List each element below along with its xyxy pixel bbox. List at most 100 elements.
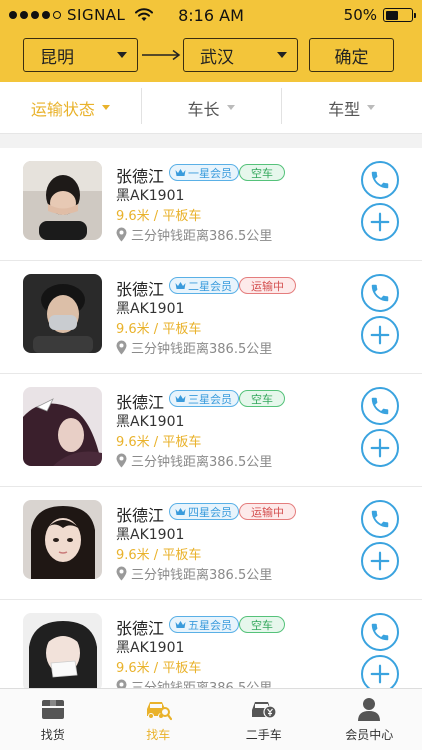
call-button[interactable] bbox=[361, 500, 399, 538]
tab-label: 会员中心 bbox=[345, 728, 394, 742]
filter-truck-length[interactable]: 车长 bbox=[140, 87, 282, 124]
call-button[interactable] bbox=[361, 613, 399, 651]
chevron-down-icon bbox=[226, 105, 235, 110]
avatar bbox=[23, 613, 102, 688]
tab-used-cars[interactable]: 二手车 bbox=[211, 689, 317, 750]
location-pin-icon bbox=[116, 340, 127, 355]
add-driver-button[interactable] bbox=[361, 429, 399, 467]
member-level: 三星会员 bbox=[188, 392, 232, 406]
avatar bbox=[23, 500, 102, 579]
crown-icon bbox=[175, 621, 186, 628]
location-info: 三分钟钱距离386.5公里 bbox=[116, 677, 272, 688]
license-plate: 黑AK1901 bbox=[116, 188, 185, 204]
tab-find-truck[interactable]: 找车 bbox=[106, 689, 212, 750]
driver-row[interactable]: 张德江 四星会员 运输中 黑AK1901 9.6米 / 平板车 三分钟钱距离38… bbox=[0, 487, 422, 600]
call-button[interactable] bbox=[361, 161, 399, 199]
call-button[interactable] bbox=[361, 387, 399, 425]
tab-label: 找车 bbox=[146, 728, 171, 742]
location-text: 三分钟钱距离386.5公里 bbox=[131, 342, 273, 357]
status-badge: 运输中 bbox=[239, 503, 296, 520]
member-level: 二星会员 bbox=[188, 279, 232, 293]
avatar bbox=[23, 161, 102, 240]
add-driver-button[interactable] bbox=[361, 203, 399, 241]
add-driver-button[interactable] bbox=[361, 316, 399, 354]
location-pin-icon bbox=[116, 227, 127, 242]
call-button[interactable] bbox=[361, 274, 399, 312]
location-info: 三分钟钱距离386.5公里 bbox=[116, 564, 272, 583]
location-pin-icon bbox=[116, 453, 127, 468]
filter-transport-status[interactable]: 运输状态 bbox=[0, 96, 141, 120]
status-badge: 空车 bbox=[239, 390, 285, 407]
truck-spec: 9.6米 / 平板车 bbox=[116, 661, 202, 676]
location-info: 三分钟钱距离386.5公里 bbox=[116, 451, 272, 470]
driver-name: 张德江 bbox=[116, 280, 165, 299]
member-level: 一星会员 bbox=[188, 166, 232, 180]
license-plate: 黑AK1901 bbox=[116, 414, 185, 430]
crown-icon bbox=[175, 169, 186, 176]
add-driver-button[interactable] bbox=[361, 655, 399, 688]
user-icon bbox=[358, 698, 381, 721]
member-level: 四星会员 bbox=[188, 505, 232, 519]
chevron-down-icon bbox=[101, 105, 110, 110]
filter-bar: 运输状态 车长 车型 bbox=[0, 82, 422, 134]
phone-icon bbox=[371, 623, 389, 641]
phone-icon bbox=[371, 284, 389, 302]
cargo-box-icon bbox=[41, 700, 64, 719]
route-arrow-icon bbox=[138, 38, 183, 72]
destination-city-select[interactable]: 武汉 bbox=[183, 38, 298, 72]
tab-find-cargo[interactable]: 找货 bbox=[0, 689, 106, 750]
tab-member-center[interactable]: 会员中心 bbox=[317, 689, 422, 750]
wifi-icon bbox=[135, 8, 154, 21]
phone-icon bbox=[371, 510, 389, 528]
filter-label: 车长 bbox=[187, 99, 220, 119]
filter-truck-type[interactable]: 车型 bbox=[281, 87, 422, 124]
chevron-down-icon bbox=[367, 105, 376, 110]
plus-icon bbox=[370, 551, 390, 571]
origin-city-select[interactable]: 昆明 bbox=[23, 38, 138, 72]
location-text: 三分钟钱距离386.5公里 bbox=[131, 677, 272, 688]
top-header: SIGNAL 8:16 AM 50% 昆明 武汉 确定 bbox=[0, 0, 422, 82]
driver-row[interactable]: 张德江 一星会员 空车 黑AK1901 9.6米 / 平板车 三分钟钱距离386… bbox=[0, 148, 422, 261]
driver-name: 张德江 bbox=[116, 167, 165, 186]
license-plate: 黑AK1901 bbox=[116, 640, 185, 656]
avatar bbox=[23, 387, 102, 466]
destination-city-label: 武汉 bbox=[200, 47, 234, 68]
filter-label: 车型 bbox=[328, 99, 361, 119]
license-plate: 黑AK1901 bbox=[116, 301, 185, 317]
driver-name: 张德江 bbox=[116, 619, 165, 638]
driver-row[interactable]: 张德江 五星会员 空车 黑AK1901 9.6米 / 平板车 三分钟钱距离386… bbox=[0, 600, 422, 688]
driver-row[interactable]: 张德江 二星会员 运输中 黑AK1901 9.6米 / 平板车 三分钟钱距离38… bbox=[0, 261, 422, 374]
member-badge: 二星会员 bbox=[169, 277, 239, 294]
status-badge: 空车 bbox=[239, 164, 285, 181]
battery-icon bbox=[383, 8, 416, 22]
truck-spec: 9.6米 / 平板车 bbox=[116, 322, 202, 337]
location-text: 三分钟钱距离386.5公里 bbox=[131, 229, 273, 244]
plus-icon bbox=[370, 438, 390, 458]
plus-icon bbox=[370, 664, 390, 684]
origin-city-label: 昆明 bbox=[40, 47, 74, 68]
confirm-button[interactable]: 确定 bbox=[309, 38, 394, 72]
license-plate: 黑AK1901 bbox=[116, 527, 185, 543]
driver-list: 张德江 一星会员 空车 黑AK1901 9.6米 / 平板车 三分钟钱距离386… bbox=[0, 148, 422, 688]
tab-label: 二手车 bbox=[245, 728, 282, 742]
used-car-icon bbox=[251, 702, 277, 719]
route-selector: 昆明 武汉 确定 bbox=[23, 38, 400, 72]
member-badge: 一星会员 bbox=[169, 164, 239, 181]
status-badge: 运输中 bbox=[239, 277, 296, 294]
battery-percent: 50% bbox=[343, 6, 377, 24]
location-info: 三分钟钱距离386.5公里 bbox=[116, 338, 272, 357]
crown-icon bbox=[175, 395, 186, 402]
truck-spec: 9.6米 / 平板车 bbox=[116, 209, 202, 224]
truck-spec: 9.6米 / 平板车 bbox=[116, 435, 202, 450]
driver-name: 张德江 bbox=[116, 506, 165, 525]
driver-name: 张德江 bbox=[116, 393, 165, 412]
add-driver-button[interactable] bbox=[361, 542, 399, 580]
driver-row[interactable]: 张德江 三星会员 空车 黑AK1901 9.6米 / 平板车 三分钟钱距离386… bbox=[0, 374, 422, 487]
signal-dots-icon bbox=[9, 11, 61, 19]
carrier-name: SIGNAL bbox=[67, 6, 126, 24]
location-pin-icon bbox=[116, 679, 127, 688]
plus-icon bbox=[370, 212, 390, 232]
chevron-down-icon bbox=[277, 52, 287, 58]
member-badge: 五星会员 bbox=[169, 616, 239, 633]
status-bar: SIGNAL 8:16 AM 50% bbox=[0, 0, 422, 30]
